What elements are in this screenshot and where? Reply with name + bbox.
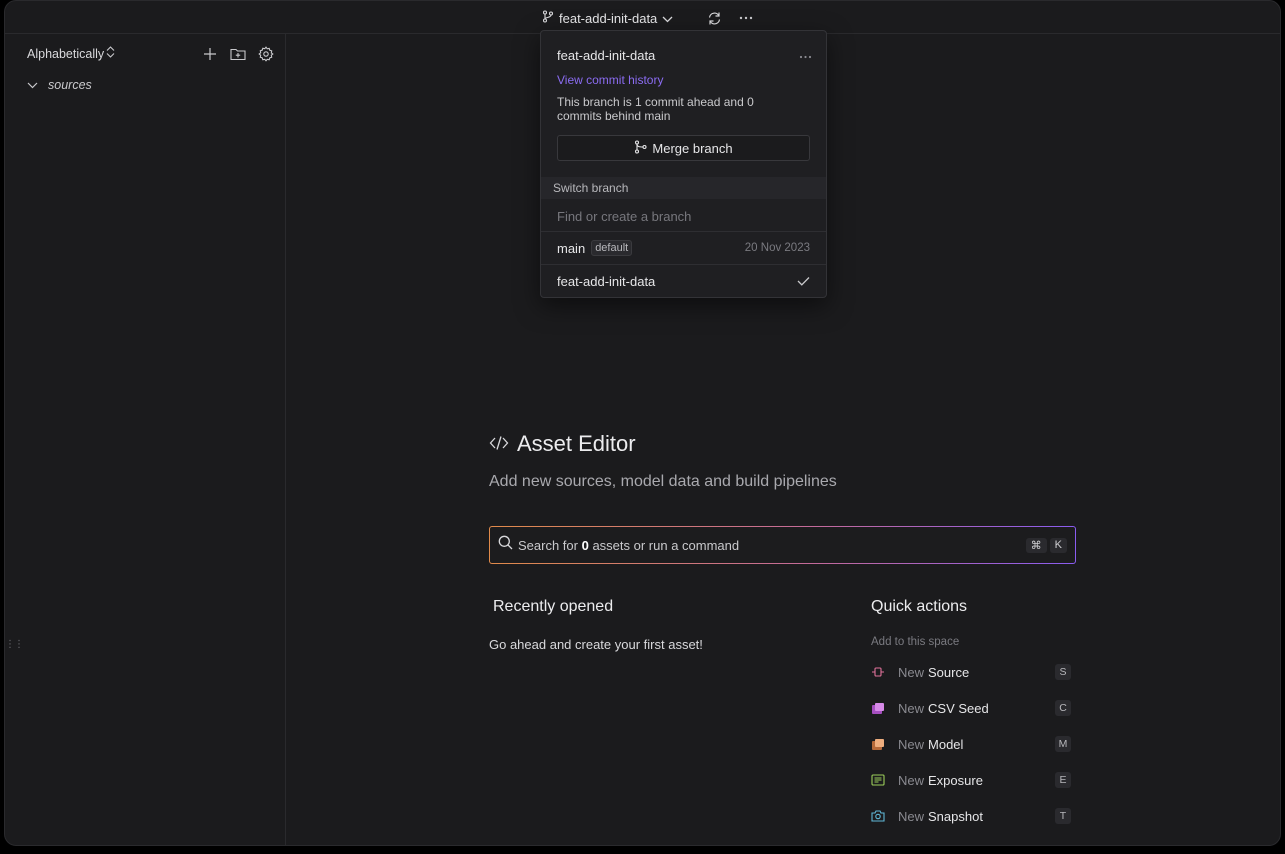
- shortcut-key: C: [1055, 700, 1071, 716]
- new-snapshot-action[interactable]: New Snapshot T: [871, 806, 1071, 826]
- more-horizontal-icon[interactable]: [799, 47, 812, 62]
- sort-label: Alphabetically: [27, 46, 105, 61]
- new-model-action[interactable]: New Model M: [871, 734, 1071, 754]
- branch-name: feat-add-init-data: [559, 10, 658, 26]
- dropdown-branch-title: feat-add-init-data: [557, 48, 656, 63]
- snapshot-icon: [871, 809, 885, 823]
- quick-actions-title: Quick actions: [871, 598, 968, 615]
- sort-arrows-icon: [106, 46, 115, 61]
- branch-date: 20 Nov 2023: [744, 242, 810, 254]
- shortcut-key: S: [1055, 664, 1071, 680]
- branch-item-current[interactable]: feat-add-init-data: [541, 265, 826, 298]
- sidebar: Alphabetically sources: [5, 34, 286, 845]
- branch-item-label: feat-add-init-data: [557, 274, 656, 289]
- app-window: feat-add-init-data Alphabetically source…: [4, 0, 1281, 846]
- check-icon: [797, 274, 810, 289]
- k-key: K: [1049, 537, 1067, 553]
- view-commit-history-link[interactable]: View commit history: [557, 73, 663, 87]
- page-title: Asset Editor: [489, 431, 636, 457]
- tree-folder-sources[interactable]: sources: [27, 78, 92, 92]
- exposure-icon: [871, 773, 885, 787]
- branch-item-main[interactable]: main default 20 Nov 2023: [541, 232, 826, 265]
- gear-icon[interactable]: [256, 44, 276, 64]
- sort-selector[interactable]: Alphabetically: [27, 46, 115, 61]
- new-csv-seed-action[interactable]: New CSV Seed C: [871, 698, 1071, 718]
- branch-switcher[interactable]: feat-add-init-data: [542, 8, 673, 28]
- command-search[interactable]: Search for 0 assets or run a command ⌘ K: [489, 526, 1076, 564]
- new-folder-icon[interactable]: [228, 44, 248, 64]
- branch-search-input[interactable]: [541, 201, 826, 232]
- recent-empty-text: Go ahead and create your first asset!: [489, 637, 703, 652]
- branch-status-text: This branch is 1 commit ahead and 0 comm…: [557, 95, 754, 123]
- branch-dropdown: feat-add-init-data View commit history T…: [540, 30, 827, 298]
- csv-seed-icon: [871, 701, 885, 715]
- recently-opened-title: Recently opened: [493, 598, 614, 615]
- git-branch-icon: [542, 10, 554, 26]
- branch-item-label: main: [557, 240, 586, 256]
- more-horizontal-icon[interactable]: [736, 8, 756, 28]
- command-search-field[interactable]: Search for 0 assets or run a command ⌘ K: [490, 527, 1075, 563]
- shortcut-key: T: [1055, 808, 1071, 824]
- tree-item-label: sources: [48, 78, 92, 92]
- page-title-text: Asset Editor: [517, 431, 636, 456]
- merge-branch-button[interactable]: Merge branch: [557, 135, 810, 161]
- switch-branch-header: Switch branch: [541, 177, 826, 199]
- cmd-key: ⌘: [1025, 537, 1047, 553]
- chevron-down-icon: [27, 78, 38, 92]
- resize-handle[interactable]: ⋮⋮: [5, 639, 24, 650]
- model-icon: [871, 737, 885, 751]
- merge-icon: [634, 139, 647, 157]
- shortcut-hint: ⌘ K: [1025, 537, 1067, 553]
- search-placeholder: Search for 0 assets or run a command: [518, 537, 740, 553]
- default-badge: default: [591, 240, 633, 256]
- plus-icon[interactable]: [200, 44, 220, 64]
- search-icon: [498, 535, 513, 555]
- new-exposure-action[interactable]: New Exposure E: [871, 770, 1071, 790]
- chevron-down-icon: [662, 11, 673, 26]
- page-subtitle: Add new sources, model data and build pi…: [489, 473, 837, 490]
- source-icon: [871, 665, 885, 679]
- merge-branch-label: Merge branch: [652, 140, 733, 156]
- new-source-action[interactable]: New Source S: [871, 662, 1071, 682]
- code-icon: [489, 431, 509, 457]
- shortcut-key: M: [1055, 736, 1071, 752]
- quick-actions-subtitle: Add to this space: [871, 636, 960, 648]
- shortcut-key: E: [1055, 772, 1071, 788]
- refresh-icon[interactable]: [704, 8, 724, 28]
